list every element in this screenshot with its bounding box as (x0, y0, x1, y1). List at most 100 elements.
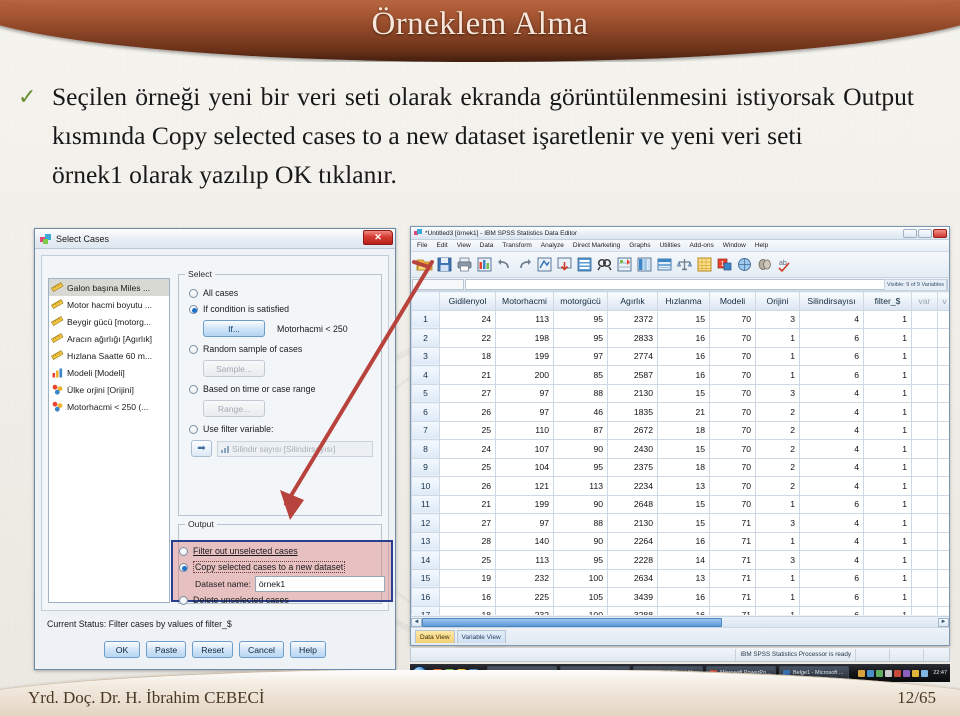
row-header[interactable]: 2 (411, 328, 440, 348)
table-cell[interactable]: 18 (657, 420, 710, 440)
scrollbar-thumb[interactable] (422, 617, 722, 627)
row-header[interactable]: 6 (411, 402, 440, 422)
table-row[interactable]: 13 28 140 90 2264 16 71 1 4 1 (411, 531, 949, 551)
menu-analyze[interactable]: Analyze (541, 242, 564, 249)
table-row[interactable]: 11 21 199 90 2648 15 70 1 6 1 (411, 494, 949, 514)
table-cell[interactable]: 3439 (607, 587, 658, 607)
table-row[interactable]: 12 27 97 88 2130 15 71 3 4 1 (411, 513, 949, 533)
table-cell[interactable]: 2 (755, 420, 800, 440)
table-cell[interactable]: 6 (799, 346, 864, 366)
list-item[interactable]: Beygir gücü [motorg... (49, 313, 169, 330)
dataset-name-input[interactable]: örnek1 (254, 576, 385, 592)
table-cell[interactable]: 6 (799, 568, 864, 588)
table-cell[interactable]: 1 (863, 365, 912, 385)
table-cell[interactable]: 15 (657, 513, 710, 533)
table-cell[interactable] (937, 383, 949, 403)
table-cell[interactable]: 140 (495, 531, 554, 551)
list-item[interactable]: Aracın ağırlığı [Agırlık] (49, 330, 169, 347)
table-cell[interactable]: 70 (709, 439, 756, 459)
menu-help[interactable]: Help (755, 242, 768, 249)
table-cell[interactable]: 70 (709, 365, 756, 385)
table-cell[interactable] (911, 550, 938, 570)
table-cell[interactable] (937, 568, 949, 588)
window-controls[interactable] (903, 229, 947, 238)
table-cell[interactable]: 1 (755, 346, 800, 366)
table-cell[interactable]: 2774 (607, 346, 658, 366)
table-cell[interactable] (937, 457, 949, 477)
table-cell[interactable]: 71 (709, 568, 756, 588)
table-cell[interactable]: 27 (439, 513, 496, 533)
table-cell[interactable]: 199 (495, 346, 554, 366)
table-cell[interactable]: 199 (495, 494, 554, 514)
table-cell[interactable]: 25 (439, 420, 496, 440)
table-cell[interactable]: 18 (439, 605, 496, 615)
table-cell[interactable] (911, 457, 938, 477)
row-header[interactable]: 1 (411, 309, 440, 329)
table-cell[interactable]: 1 (863, 346, 912, 366)
table-cell[interactable]: 2587 (607, 365, 658, 385)
table-cell[interactable]: 27 (439, 383, 496, 403)
row-header[interactable]: 3 (411, 346, 440, 366)
table-cell[interactable]: 1 (863, 457, 912, 477)
row-header[interactable]: 9 (411, 457, 440, 477)
table-cell[interactable]: 107 (495, 439, 554, 459)
use-variable-sets-icon[interactable] (736, 256, 753, 273)
table-cell[interactable] (911, 494, 938, 514)
table-cell[interactable]: 113 (495, 309, 554, 329)
table-cell[interactable] (911, 383, 938, 403)
table-cell[interactable]: 1 (863, 476, 912, 496)
table-cell[interactable]: 104 (495, 457, 554, 477)
variables-icon[interactable] (576, 256, 593, 273)
table-cell[interactable]: 24 (439, 439, 496, 459)
table-cell[interactable]: 21 (657, 402, 710, 422)
list-item[interactable]: Galon başına Miles ... (49, 279, 169, 296)
table-cell[interactable]: 4 (799, 550, 864, 570)
row-header[interactable]: 7 (411, 420, 440, 440)
find-icon[interactable] (596, 256, 613, 273)
col-header-var-2[interactable]: v (937, 291, 949, 311)
table-cell[interactable]: 232 (495, 605, 554, 615)
radio-all-cases[interactable]: All cases (189, 285, 381, 301)
table-cell[interactable]: 71 (709, 513, 756, 533)
table-cell[interactable]: 6 (799, 365, 864, 385)
horizontal-scrollbar[interactable]: ◄ ► (411, 616, 949, 627)
table-cell[interactable]: 16 (439, 587, 496, 607)
table-cell[interactable] (911, 365, 938, 385)
table-cell[interactable]: 200 (495, 365, 554, 385)
table-cell[interactable]: 2234 (607, 476, 658, 496)
table-cell[interactable]: 2648 (607, 494, 658, 514)
table-cell[interactable]: 100 (553, 568, 608, 588)
table-cell[interactable]: 1 (755, 568, 800, 588)
table-cell[interactable]: 100 (553, 605, 608, 615)
spell-check-icon[interactable]: ab (776, 256, 793, 273)
radio-random-sample[interactable]: Random sample of cases (189, 341, 381, 357)
table-cell[interactable]: 3 (755, 513, 800, 533)
row-header[interactable]: 15 (411, 568, 440, 588)
range-button[interactable]: Range... (203, 400, 265, 417)
row-header[interactable]: 11 (411, 494, 440, 514)
table-cell[interactable]: 90 (553, 494, 608, 514)
list-item[interactable]: Motor hacmi boyutu ... (49, 296, 169, 313)
insert-case-icon[interactable] (616, 256, 633, 273)
menu-file[interactable]: File (417, 242, 427, 249)
table-cell[interactable] (937, 328, 949, 348)
table-cell[interactable] (911, 328, 938, 348)
row-header[interactable]: 4 (411, 365, 440, 385)
table-cell[interactable]: 4 (799, 383, 864, 403)
table-cell[interactable]: 1 (863, 531, 912, 551)
table-cell[interactable]: 1 (863, 568, 912, 588)
table-cell[interactable]: 19 (439, 568, 496, 588)
close-icon[interactable] (933, 229, 947, 238)
table-cell[interactable]: 70 (709, 328, 756, 348)
table-cell[interactable]: 4 (799, 513, 864, 533)
cell-value-input[interactable] (465, 278, 948, 290)
table-cell[interactable]: 6 (799, 587, 864, 607)
col-header-var[interactable]: var (911, 291, 938, 311)
tab-variable-view[interactable]: Variable View (456, 630, 506, 643)
col-header-modeli[interactable]: Modeli (709, 291, 756, 311)
table-cell[interactable]: 4 (799, 309, 864, 329)
table-cell[interactable] (911, 513, 938, 533)
table-row[interactable]: 10 26 121 113 2234 13 70 2 4 1 (411, 476, 949, 496)
table-cell[interactable]: 15 (657, 439, 710, 459)
table-cell[interactable]: 21 (439, 494, 496, 514)
